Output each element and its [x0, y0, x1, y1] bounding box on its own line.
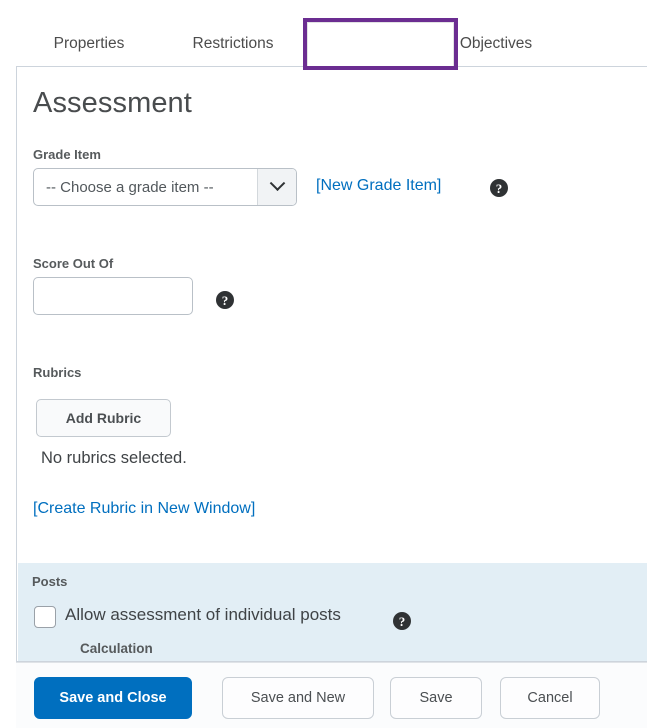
save-and-new-button[interactable]: Save and New [222, 677, 374, 719]
allow-individual-posts-label[interactable]: Allow assessment of individual posts [65, 605, 341, 625]
grade-item-selected-value: -- Choose a grade item -- [46, 178, 214, 196]
no-rubrics-message: No rubrics selected. [41, 449, 187, 467]
posts-label: Posts [32, 574, 68, 589]
grade-item-select[interactable]: -- Choose a grade item -- [33, 168, 297, 206]
page-title: Assessment [33, 87, 192, 119]
assessment-page: Properties Restrictions Assessment Objec… [0, 0, 647, 728]
rubrics-label: Rubrics [33, 365, 82, 380]
help-icon-grade-item[interactable]: ? [490, 179, 508, 197]
chevron-down-glyph [269, 174, 285, 191]
tab-restrictions-label: Restrictions [192, 35, 274, 52]
allow-individual-posts-checkbox[interactable] [34, 606, 56, 628]
tab-properties[interactable]: Properties [22, 22, 156, 66]
add-rubric-button[interactable]: Add Rubric [36, 399, 171, 437]
action-bar: Save and Close Save and New Save Cancel [16, 662, 647, 728]
calculation-label: Calculation [80, 641, 153, 656]
create-rubric-in-new-window-link[interactable]: [Create Rubric in New Window] [33, 500, 255, 518]
tab-objectives[interactable]: Objectives [436, 22, 556, 66]
active-tab-backdrop [307, 22, 454, 66]
save-and-close-button[interactable]: Save and Close [34, 677, 192, 719]
cancel-button[interactable]: Cancel [500, 677, 600, 719]
tab-objectives-label: Objectives [459, 35, 533, 52]
chevron-down-icon[interactable] [257, 169, 296, 205]
help-icon-posts[interactable]: ? [393, 612, 411, 630]
score-out-of-label: Score Out Of [33, 256, 114, 271]
assessment-panel: Assessment Grade Item -- Choose a grade … [16, 66, 647, 662]
new-grade-item-link[interactable]: [New Grade Item] [316, 177, 441, 195]
grade-item-label: Grade Item [33, 147, 101, 162]
score-out-of-input[interactable] [33, 277, 193, 315]
tab-restrictions[interactable]: Restrictions [166, 22, 300, 66]
tab-properties-label: Properties [53, 35, 125, 52]
help-icon-score-out-of[interactable]: ? [216, 291, 234, 309]
save-button[interactable]: Save [390, 677, 482, 719]
